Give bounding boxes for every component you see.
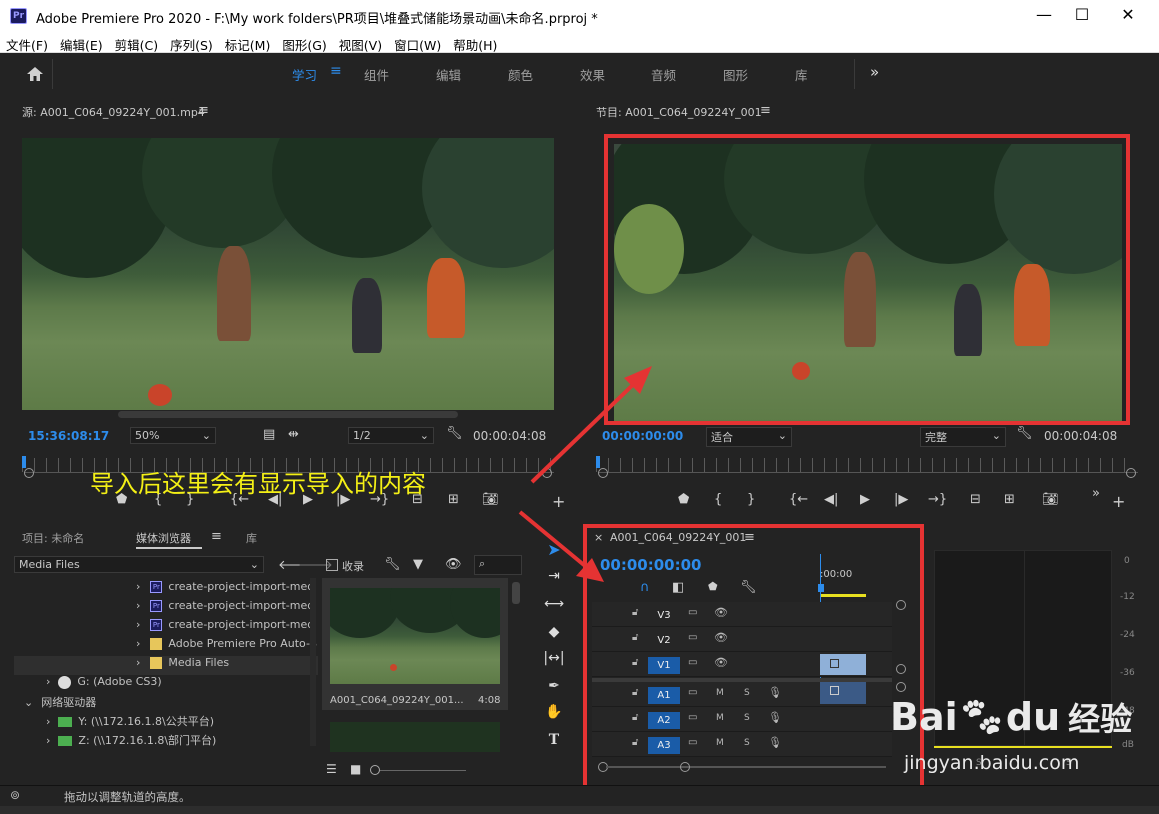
paw-icon: 🐾︎ bbox=[957, 695, 1006, 739]
watermark-brand: Bai bbox=[890, 695, 958, 739]
watermark-brand2: du bbox=[1005, 695, 1061, 739]
cc-sync-icon[interactable]: ⊚ bbox=[10, 788, 20, 802]
annotation-arrow-up bbox=[530, 376, 642, 484]
window-bottom-edge bbox=[0, 806, 1159, 814]
watermark-cn: 经验 bbox=[1068, 700, 1133, 738]
annotation-text: 导入后这里会有显示导入的内容 bbox=[90, 470, 426, 498]
annotation-arrows bbox=[518, 366, 652, 582]
baidu-watermark: Bai🐾︎du 经验 bbox=[890, 694, 1132, 740]
watermark-url: jingyan.baidu.com bbox=[904, 752, 1080, 774]
status-bar: ⊚ 拖动以调整轨道的高度。 bbox=[0, 785, 1159, 806]
premiere-window: Pr Adobe Premiere Pro 2020 - F:\My work … bbox=[0, 0, 1159, 814]
annotation-arrow-down bbox=[518, 510, 592, 572]
status-text: 拖动以调整轨道的高度。 bbox=[64, 790, 191, 804]
